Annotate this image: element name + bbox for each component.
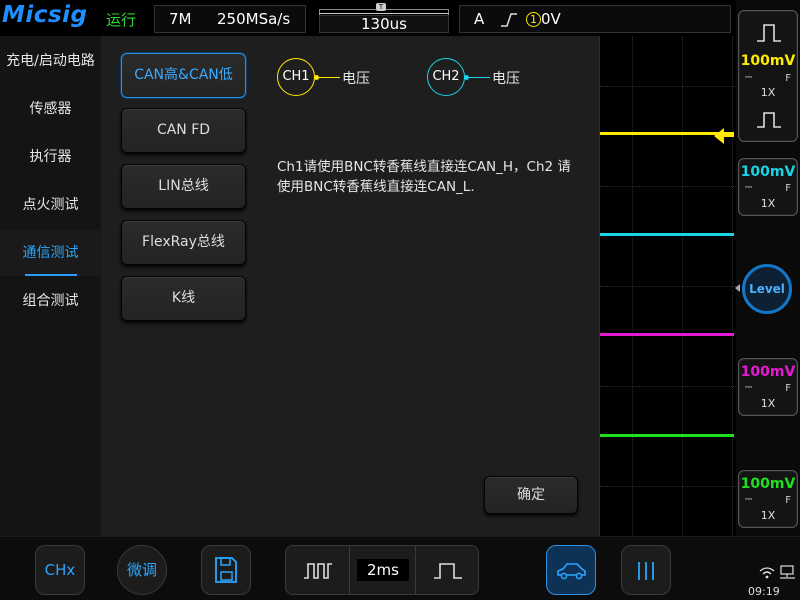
micsig-logo: Micsig bbox=[2, 2, 88, 28]
ch1-probe: 1X bbox=[760, 86, 776, 99]
protocol-flexray-button[interactable]: FlexRay总线 bbox=[121, 220, 246, 265]
ch3-coupling: ⎓ bbox=[745, 383, 753, 393]
nav-item-communication[interactable]: 通信测试 bbox=[0, 230, 101, 276]
ch1-probe-lead bbox=[318, 77, 340, 78]
nav-item-sensors[interactable]: 传感器 bbox=[0, 86, 101, 132]
ch3-trace bbox=[600, 333, 734, 336]
ch3-probe: 1X bbox=[760, 397, 776, 410]
level-pointer-icon bbox=[735, 284, 740, 292]
single-pulse-icon bbox=[434, 563, 462, 579]
ch2-probe-badge: CH2 bbox=[427, 58, 465, 96]
horizontal-offset: 130us bbox=[319, 15, 449, 33]
bottom-toolbar: CHx 微调 2ms 09:19 bbox=[0, 536, 800, 600]
memory-depth: 7M bbox=[169, 10, 192, 28]
trigger-channel-badge: 1 bbox=[526, 12, 541, 27]
ch2-coupling: ⎓ bbox=[745, 183, 753, 193]
timebase-readout: 2ms bbox=[357, 559, 409, 581]
chx-button[interactable]: CHx bbox=[35, 545, 85, 595]
car-icon bbox=[557, 563, 586, 580]
trigger-level: 0V bbox=[541, 10, 561, 28]
ch3-scale: 100mV bbox=[740, 364, 796, 380]
rising-edge-icon bbox=[501, 13, 517, 27]
ch4-probe: 1X bbox=[760, 509, 776, 522]
confirm-button[interactable]: 确定 bbox=[484, 476, 578, 514]
ch3-card[interactable]: 100mV ⎓ F 1X bbox=[738, 358, 798, 416]
ch2-card[interactable]: 100mV ⎓ F 1X bbox=[738, 158, 798, 216]
ch1-bandwidth: F bbox=[785, 73, 791, 84]
nav-item-combined[interactable]: 组合测试 bbox=[0, 278, 101, 324]
trigger-channel-level: 1 0V bbox=[526, 10, 561, 28]
nav-item-charging[interactable]: 充电/启动电路 bbox=[0, 38, 101, 84]
clock: 09:19 bbox=[748, 585, 780, 598]
ch1-scale: 100mV bbox=[740, 53, 796, 69]
run-status[interactable]: 运行 bbox=[106, 9, 136, 30]
ch1-coupling: ⎓ bbox=[745, 73, 753, 83]
protocol-can-hl-button[interactable]: CAN高&CAN低 bbox=[121, 53, 246, 98]
sample-rate: 250MSa/s bbox=[217, 10, 291, 28]
ch4-bandwidth: F bbox=[785, 495, 791, 506]
acquisition-info[interactable]: 7M 250MSa/s bbox=[154, 5, 306, 33]
nav-item-ignition[interactable]: 点火测试 bbox=[0, 182, 101, 228]
ch2-bandwidth: F bbox=[785, 183, 791, 194]
top-status-bar: Micsig 运行 7M 250MSa/s T 130us A 1 0V bbox=[0, 0, 736, 36]
grid-line bbox=[600, 486, 736, 487]
ch1-probe-badge: CH1 bbox=[277, 58, 315, 96]
active-underline bbox=[25, 274, 77, 276]
auto-test-dialog: 充电/启动电路 传感器 执行器 点火测试 通信测试 组合测试 CAN高&CAN低… bbox=[0, 36, 600, 536]
ch1-card[interactable]: 100mV ⎓ F 1X bbox=[738, 10, 798, 142]
ch4-scale: 100mV bbox=[740, 476, 796, 492]
pulse-train-icon bbox=[304, 563, 332, 579]
horizontal-position[interactable]: T 130us bbox=[319, 3, 449, 33]
nav-item-communication-label: 通信测试 bbox=[22, 245, 79, 261]
timebase-control: 2ms bbox=[285, 545, 479, 595]
ch2-probe-label: 电压 bbox=[492, 71, 520, 87]
nav-item-actuators[interactable]: 执行器 bbox=[0, 134, 101, 180]
pulse-up-icon[interactable] bbox=[745, 15, 793, 49]
ch2-trace bbox=[600, 233, 734, 236]
grid-line bbox=[600, 186, 736, 187]
ch3-bandwidth: F bbox=[785, 383, 791, 394]
status-icons bbox=[759, 565, 795, 579]
trigger-position-marker[interactable]: T bbox=[376, 3, 386, 11]
trigger-level-marker[interactable] bbox=[714, 128, 724, 144]
vertical-bars-icon bbox=[638, 562, 654, 580]
save-icon bbox=[215, 557, 237, 583]
grid-line bbox=[600, 286, 736, 287]
timebase-decrease-button[interactable] bbox=[286, 546, 350, 594]
category-nav: 充电/启动电路 传感器 执行器 点火测试 通信测试 组合测试 bbox=[0, 36, 101, 536]
ch4-trace bbox=[600, 434, 734, 437]
ch2-probe: 1X bbox=[760, 197, 776, 210]
fine-adjust-button[interactable]: 微调 bbox=[117, 545, 167, 595]
ch2-probe-lead bbox=[468, 77, 490, 78]
ch4-card[interactable]: 100mV ⎓ F 1X bbox=[738, 470, 798, 528]
grid-line bbox=[600, 386, 736, 387]
pulse-down-icon[interactable] bbox=[745, 103, 793, 137]
horizontal-position-line bbox=[319, 13, 449, 14]
cursor-button[interactable] bbox=[621, 545, 671, 595]
wifi-icon bbox=[759, 567, 775, 579]
trigger-info[interactable]: A 1 0V bbox=[459, 5, 731, 33]
ch4-coupling: ⎓ bbox=[745, 495, 753, 505]
save-button[interactable] bbox=[201, 545, 251, 595]
network-icon bbox=[780, 565, 795, 579]
grid-line bbox=[600, 86, 736, 87]
connection-instruction: Ch1请使用BNC转香蕉线直接连CAN_H，Ch2 请使用BNC转香蕉线直接连C… bbox=[277, 159, 571, 195]
protocol-can-fd-button[interactable]: CAN FD bbox=[121, 108, 246, 153]
trigger-source: A bbox=[474, 10, 485, 28]
ch2-scale: 100mV bbox=[740, 164, 796, 180]
waveform-display[interactable] bbox=[600, 36, 736, 536]
ch1-probe-label: 电压 bbox=[342, 71, 370, 87]
protocol-kline-button[interactable]: K线 bbox=[121, 276, 246, 321]
timebase-increase-button[interactable] bbox=[416, 546, 480, 594]
trigger-level-button[interactable]: Level bbox=[742, 264, 792, 314]
protocol-lin-button[interactable]: LIN总线 bbox=[121, 164, 246, 209]
divider bbox=[349, 546, 350, 594]
auto-test-button[interactable] bbox=[546, 545, 596, 595]
